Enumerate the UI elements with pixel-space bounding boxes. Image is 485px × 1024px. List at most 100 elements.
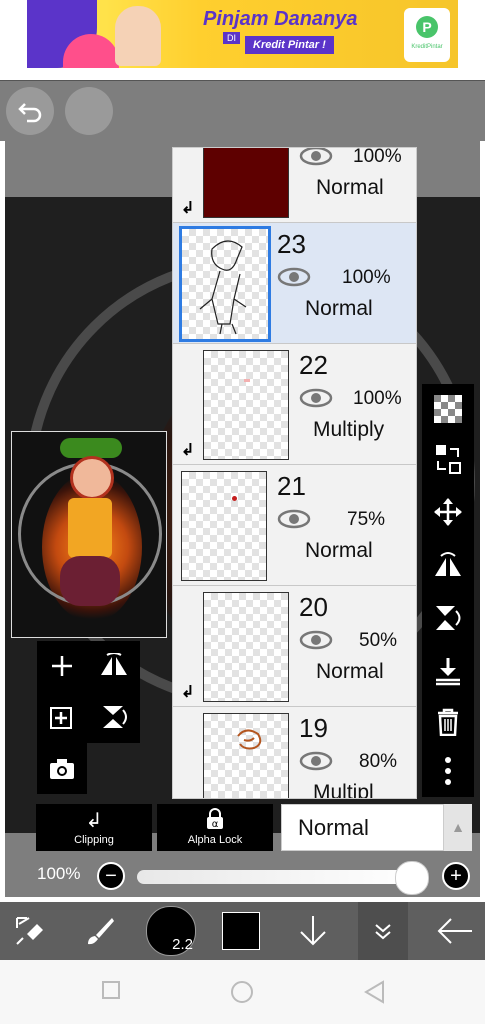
visibility-eye-icon[interactable] [277, 267, 311, 287]
swap-layer-button[interactable] [422, 434, 474, 484]
brush-tool-button[interactable] [70, 902, 130, 960]
layer-blend-mode: Normal [305, 297, 373, 320]
more-vertical-icon [445, 757, 451, 785]
camera-icon [50, 759, 74, 779]
move-down-button[interactable] [283, 902, 343, 960]
ad-person-image [115, 6, 161, 66]
visibility-eye-icon[interactable] [299, 630, 333, 650]
clipping-button[interactable]: ↲ Clipping [36, 804, 152, 851]
layer-blend-mode: Multiply [313, 418, 385, 441]
layer-row[interactable]: 21 75% Normal [173, 465, 416, 586]
undo-button[interactable] [6, 87, 54, 135]
canvas-preview-thumbnail[interactable] [11, 431, 167, 638]
transform-tool-button[interactable] [0, 902, 60, 960]
square-icon [102, 981, 120, 999]
blend-mode-select[interactable]: Normal [281, 804, 444, 851]
more-options-button[interactable] [422, 746, 474, 796]
move-icon [434, 498, 462, 526]
flip-horizontal-icon [435, 552, 461, 576]
alpha-lock-button[interactable]: α Alpha Lock [157, 804, 273, 851]
layer-blend-mode: Normal [305, 539, 373, 562]
opacity-slider[interactable] [137, 861, 429, 895]
add-layer-icon [52, 656, 72, 676]
brush-size-value: 2.2 [172, 936, 193, 953]
layer-number: 22 [299, 350, 328, 380]
line-art-thumbnail [199, 240, 247, 335]
clipping-label: Clipping [74, 834, 114, 846]
layers-panel[interactable]: 100% Normal ↲ 23 100% Normal 22 100% Mul… [172, 147, 417, 799]
ad-logo-icon: P [416, 16, 438, 38]
clipping-indicator-icon: ↲ [181, 442, 195, 459]
back-button[interactable] [425, 902, 485, 960]
color-swatch-button[interactable] [222, 912, 260, 950]
triangle-up-icon: ▲ [451, 819, 465, 835]
clipping-icon: ↲ [85, 810, 103, 832]
flip-vertical-button[interactable] [422, 593, 474, 643]
recent-apps-button[interactable] [99, 980, 123, 1004]
trash-icon [438, 708, 458, 737]
blend-mode-dropdown-button[interactable]: ▲ [444, 804, 472, 851]
opacity-increase-button[interactable]: + [442, 862, 470, 890]
layer-thumbnail [203, 592, 289, 702]
camera-button[interactable] [37, 743, 87, 794]
brush-size-button[interactable]: 2.2 [146, 906, 196, 956]
layer-row[interactable]: 20 50% Normal ↲ [173, 586, 416, 707]
checker-transparent-icon [434, 395, 462, 423]
merge-down-button[interactable] [422, 646, 474, 696]
layer-row[interactable]: 19 80% Multipl [173, 707, 416, 799]
flip-vertical-icon [436, 606, 461, 630]
layer-thumbnail [181, 471, 267, 581]
layer-blend-mode: Multipl [313, 781, 374, 799]
move-button[interactable] [422, 487, 474, 537]
preview-legs [60, 556, 120, 606]
undo-icon [18, 103, 42, 123]
layer-tool-grid [37, 641, 140, 743]
visibility-eye-icon[interactable] [277, 509, 311, 529]
visibility-eye-icon[interactable] [299, 751, 333, 771]
layer-thumbnail [203, 713, 289, 798]
svg-text:α: α [212, 819, 219, 830]
layer-opacity: 50% [359, 630, 398, 651]
layer-number: 20 [299, 592, 328, 622]
transparency-button[interactable] [422, 384, 474, 434]
arrow-down-icon [300, 916, 326, 946]
preview-hat [60, 438, 122, 458]
ad-banner[interactable]: Pinjam Dananya DI Kredit Pintar ! P Kred… [27, 0, 458, 68]
plus-icon: + [450, 865, 462, 887]
layer-opacity: 80% [359, 751, 398, 772]
rotate-layer-button[interactable] [89, 692, 139, 743]
visibility-eye-icon[interactable] [299, 147, 333, 166]
opacity-slider-handle[interactable] [395, 861, 429, 895]
layer-row[interactable]: 100% Normal ↲ [173, 147, 416, 223]
add-layer-button[interactable] [37, 641, 87, 692]
lock-alpha-icon: α [157, 808, 273, 836]
layer-number: 23 [277, 229, 306, 259]
back-nav-button[interactable] [362, 980, 386, 1004]
circle-icon [231, 981, 253, 1003]
flip-layer-button[interactable] [89, 641, 139, 692]
layer-thumbnail [203, 148, 289, 218]
system-navigation-bar [0, 960, 485, 1024]
layer-row-selected[interactable]: 23 100% Normal [173, 223, 416, 344]
flip-layer-icon [101, 652, 127, 675]
layer-row[interactable]: 22 100% Multiply ↲ [173, 344, 416, 465]
selection-transform-icon [16, 917, 43, 945]
flip-horizontal-button[interactable] [422, 540, 474, 590]
layer-thumbnail [203, 350, 289, 460]
clipping-indicator-icon: ↲ [181, 200, 195, 217]
merge-down-icon [436, 658, 460, 686]
visibility-eye-icon[interactable] [299, 388, 333, 408]
triangle-left-icon [364, 980, 384, 1004]
layer-opacity: 75% [347, 509, 386, 530]
add-folder-button[interactable] [37, 692, 87, 743]
thumbnail-mark [244, 379, 250, 382]
clipping-indicator-icon: ↲ [181, 684, 195, 701]
redo-button[interactable] [65, 87, 113, 135]
layer-number: 21 [277, 471, 306, 501]
double-chevron-down-icon [375, 924, 391, 940]
layers-toggle-button[interactable] [358, 902, 408, 960]
opacity-decrease-button[interactable]: − [97, 862, 125, 890]
home-button[interactable] [230, 980, 254, 1004]
rotate-icon [103, 706, 127, 728]
delete-layer-button[interactable] [422, 697, 474, 747]
